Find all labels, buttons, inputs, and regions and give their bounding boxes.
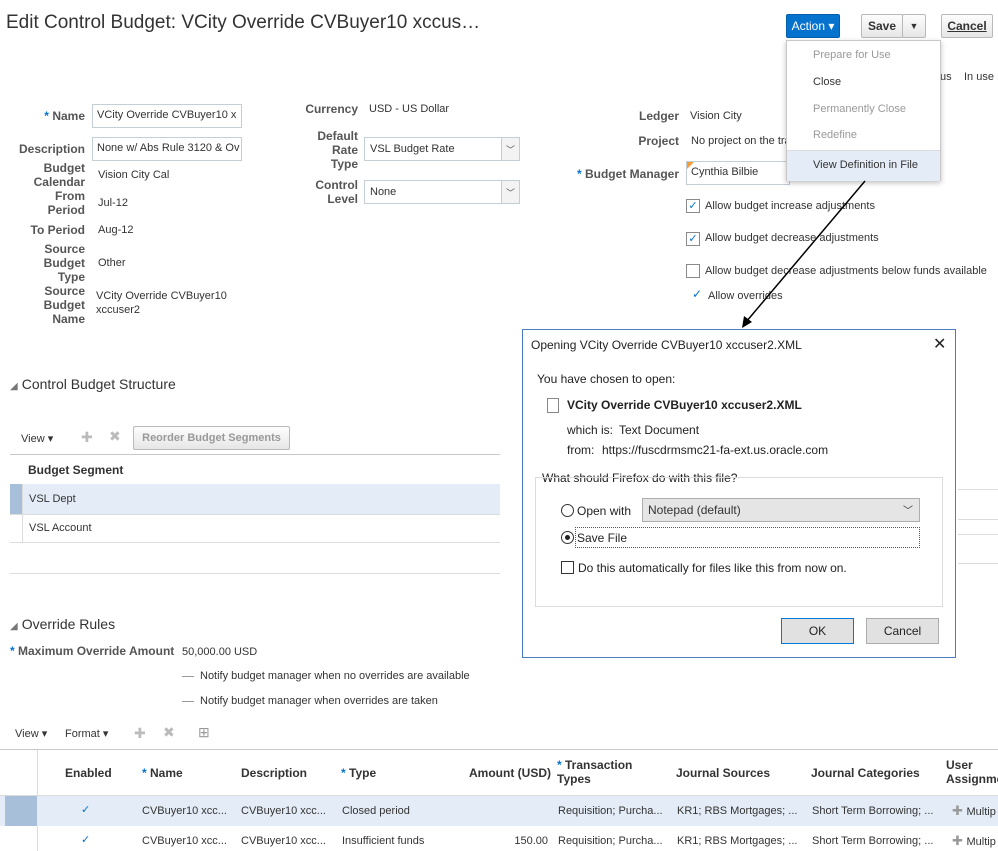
- delete-icon[interactable]: ✖: [109, 428, 121, 445]
- open-file-dialog: Opening VCity Override CVBuyer10 xccuser…: [522, 329, 956, 658]
- user-assignment-link[interactable]: ✚ Multip: [952, 803, 996, 819]
- section-divider: [10, 573, 500, 574]
- dialog-cancel-button[interactable]: Cancel: [866, 618, 939, 644]
- from-value: https://fuscdrmsmc21-fa-ext.us.oracle.co…: [602, 443, 829, 457]
- add-icon[interactable]: ✚: [134, 725, 146, 742]
- rule-type: Closed period: [342, 805, 410, 817]
- structure-view-menu[interactable]: View ▾: [21, 432, 53, 445]
- rule-type: Insufficient funds: [342, 835, 425, 847]
- save-file-radio[interactable]: [561, 531, 574, 544]
- rule-journal-sources: KR1; RBS Mortgages; ...: [677, 835, 798, 847]
- dialog-title: Opening VCity Override CVBuyer10 xccuser…: [531, 338, 802, 352]
- row-divider: [10, 542, 500, 543]
- save-file-label: Save File: [577, 531, 628, 545]
- row-divider: [958, 519, 998, 520]
- col-transaction-types: * Transaction Types: [557, 758, 633, 786]
- rule-description: CVBuyer10 xcc...: [241, 805, 326, 817]
- delete-icon[interactable]: ✖: [163, 724, 175, 741]
- rule-amount: 150.00: [514, 835, 548, 847]
- rule-description: CVBuyer10 xcc...: [241, 835, 326, 847]
- rule-transaction-types: Requisition; Purcha...: [558, 805, 663, 817]
- rule-name: CVBuyer10 xcc...: [142, 835, 227, 847]
- max-override-value: 50,000.00 USD: [182, 646, 258, 658]
- open-with-label: Open with: [577, 504, 632, 518]
- col-user-assignments: User Assignme: [946, 758, 998, 786]
- reorder-segments-button[interactable]: Reorder Budget Segments: [133, 426, 290, 450]
- col-journal-categories: Journal Categories: [811, 766, 920, 780]
- segment-row-1[interactable]: VSL Dept: [29, 493, 76, 505]
- row-divider: [10, 514, 500, 515]
- add-icon: ✚: [952, 803, 967, 818]
- rule-journal-sources: KR1; RBS Mortgages; ...: [677, 805, 798, 817]
- table-divider: [10, 454, 500, 455]
- notify-taken-label: Notify budget manager when overrides are…: [200, 695, 438, 707]
- auto-label: Do this automatically for files like thi…: [578, 561, 847, 575]
- dash-icon: [182, 676, 194, 677]
- enabled-check-icon: ✓: [81, 804, 91, 816]
- row-divider: [958, 489, 998, 490]
- rule-name: CVBuyer10 xcc...: [142, 805, 227, 817]
- segment-row-2[interactable]: VSL Account: [29, 522, 92, 534]
- close-icon[interactable]: ✕: [933, 334, 946, 354]
- rule-journal-categories: Short Term Borrowing; ...: [812, 805, 934, 817]
- row-divider: [958, 563, 998, 564]
- col-name: * Name: [142, 766, 183, 780]
- budget-segment-header: Budget Segment: [28, 463, 124, 477]
- table-row-selected[interactable]: [10, 484, 500, 514]
- dialog-titlebar: Opening VCity Override CVBuyer10 xccuser…: [523, 330, 955, 360]
- open-with-radio[interactable]: [561, 504, 574, 517]
- freeze-icon[interactable]: ⊞: [198, 724, 210, 741]
- row-divider: [958, 534, 998, 535]
- override-view-menu[interactable]: View ▾: [15, 727, 47, 740]
- structure-section-title[interactable]: ◢ Control Budget Structure: [10, 376, 176, 392]
- application-select[interactable]: Notepad (default) ﹀: [642, 498, 920, 522]
- action-group: Open with Notepad (default) ﹀ Save File D…: [535, 477, 943, 607]
- notify-none-label: Notify budget manager when no overrides …: [200, 670, 470, 682]
- rule-journal-categories: Short Term Borrowing; ...: [812, 835, 934, 847]
- add-icon: ✚: [952, 833, 967, 848]
- rule-transaction-types: Requisition; Purcha...: [558, 835, 663, 847]
- column-divider: [22, 484, 23, 542]
- row-selector: [10, 484, 22, 514]
- override-section-title[interactable]: ◢ Override Rules: [10, 616, 115, 632]
- file-name: VCity Override CVBuyer10 xccuser2.XML: [567, 398, 802, 412]
- document-icon: [547, 398, 559, 413]
- col-type: * Type: [341, 766, 377, 780]
- table-divider: [0, 749, 998, 750]
- enabled-check-icon: ✓: [81, 834, 91, 846]
- max-override-label: * Maximum Override Amount: [10, 644, 175, 658]
- chevron-down-icon: ﹀: [903, 506, 913, 517]
- auto-checkbox[interactable]: [561, 561, 574, 574]
- chosen-text: You have chosen to open:: [537, 372, 676, 386]
- col-amount: Amount (USD): [469, 766, 551, 780]
- user-assignment-link[interactable]: ✚ Multip: [952, 833, 996, 849]
- col-enabled: Enabled: [65, 766, 112, 780]
- ok-button[interactable]: OK: [781, 618, 854, 644]
- from-label: from:: [567, 443, 595, 457]
- which-is-value: Text Document: [619, 423, 700, 437]
- which-is-label: which is:: [567, 423, 614, 437]
- override-format-menu[interactable]: Format ▾: [65, 727, 108, 740]
- row-selector: [5, 796, 37, 826]
- dash-icon: [182, 701, 194, 702]
- col-description: Description: [241, 766, 308, 780]
- col-journal-sources: Journal Sources: [676, 766, 771, 780]
- add-icon[interactable]: ✚: [81, 429, 93, 446]
